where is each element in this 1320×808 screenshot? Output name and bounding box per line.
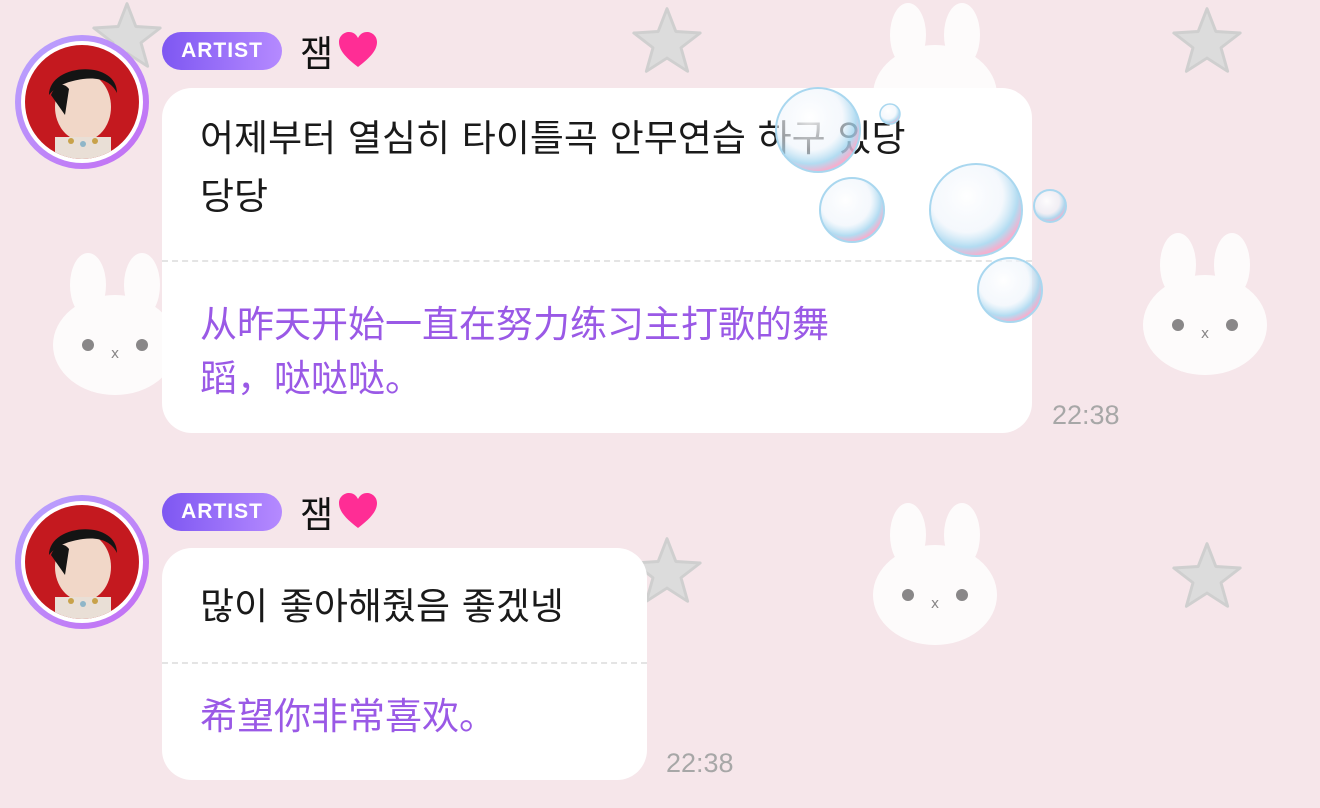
message-time: 22:38: [1052, 400, 1120, 430]
avatar-photo-icon: [25, 505, 139, 619]
avatar-photo-icon: [25, 45, 139, 159]
artist-badge: ARTIST: [162, 32, 282, 70]
sender-name[interactable]: 잼: [300, 26, 379, 76]
message-translation-line: 蹈，哒哒哒。: [200, 357, 422, 400]
translation-divider: [162, 662, 647, 664]
heart-icon: [339, 32, 378, 67]
soap-bubbles-icon: [775, 87, 1067, 323]
chat-message: ARTIST 잼 많이 좋아해줬음 좋겠넹 希望你非常喜欢。 22:38: [0, 460, 1320, 808]
sender-name-text: 잼: [300, 495, 334, 536]
message-time: 22:38: [666, 748, 734, 778]
heart-icon: [339, 493, 378, 528]
message-translation-line: 希望你非常喜欢。: [200, 695, 496, 738]
message-bubble[interactable]: 많이 좋아해줬음 좋겠넹 希望你非常喜欢。: [162, 548, 647, 780]
avatar[interactable]: [15, 495, 149, 629]
message-translation: 希望你非常喜欢。: [200, 690, 496, 744]
message-korean: 많이 좋아해줬음 좋겠넹: [200, 578, 564, 636]
chat-message: ARTIST 잼 어제부터 열심히 타이틀곡 안무연습 하구 있당 당당 从昨天…: [0, 0, 1320, 450]
message-translation: 从昨天开始一直在努力练习主打歌的舞 蹈，哒哒哒。: [200, 298, 829, 406]
message-translation-line: 从昨天开始一直在努力练习主打歌的舞: [200, 303, 829, 346]
artist-badge: ARTIST: [162, 493, 282, 531]
sender-name[interactable]: 잼: [300, 487, 379, 537]
message-korean-line: 많이 좋아해줬음 좋겠넹: [200, 585, 564, 628]
avatar[interactable]: [15, 35, 149, 169]
sender-name-text: 잼: [300, 34, 334, 75]
